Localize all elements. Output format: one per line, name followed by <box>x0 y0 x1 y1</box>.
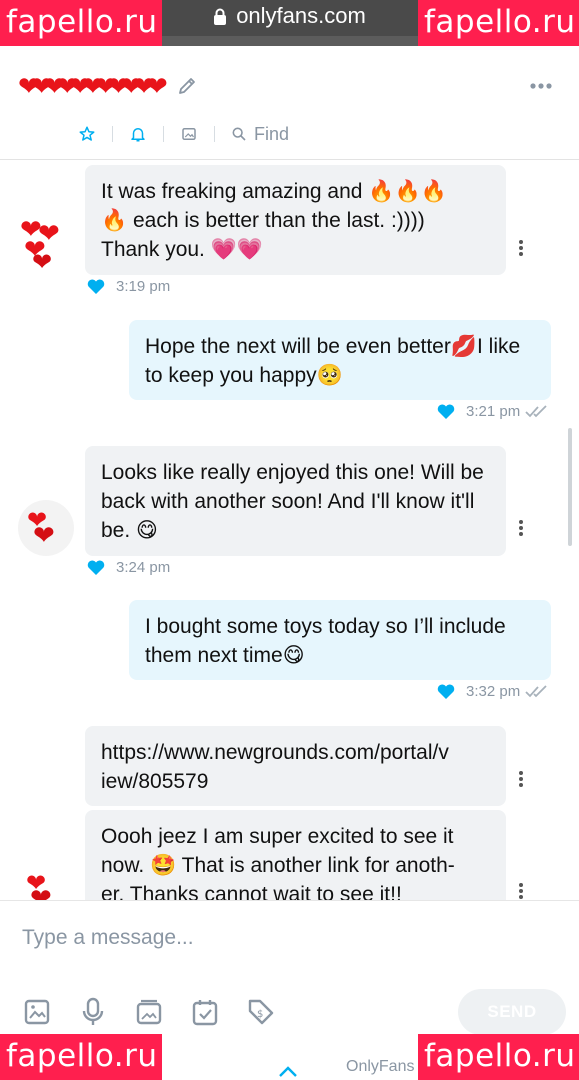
message-time: 3:21 pm <box>466 402 521 420</box>
like-heart-icon[interactable] <box>86 558 106 576</box>
message-options-icon[interactable] <box>518 239 524 257</box>
voice-message-button[interactable] <box>78 997 108 1027</box>
like-heart-icon[interactable] <box>436 682 456 700</box>
avatar[interactable]: ❤ ❤ <box>18 864 74 900</box>
schedule-button[interactable] <box>190 997 220 1027</box>
microphone-icon <box>82 997 104 1025</box>
double-check-icon <box>525 405 547 418</box>
message-link[interactable]: https://www.newgrounds.com/portal/v iew/… <box>101 738 490 796</box>
divider <box>214 126 215 142</box>
message-meta: 3:19 pm <box>86 277 170 295</box>
contact-name[interactable]: ❤❤❤❤❤❤❤❤❤❤❤ <box>18 66 197 106</box>
message-text: Looks like really enjoyed this one! Will… <box>101 461 484 542</box>
send-button[interactable]: SEND <box>458 989 566 1035</box>
media-vault-icon <box>136 999 162 1025</box>
message-options-icon[interactable] <box>518 770 524 788</box>
chat-header-tabs: Find <box>78 122 289 146</box>
message-time: 3:32 pm <box>466 682 521 700</box>
divider <box>112 126 113 142</box>
composer-toolbar: $ <box>22 997 302 1027</box>
message-bubble-outgoing[interactable]: Hope the next will be even better💋I like… <box>129 320 551 400</box>
message-bubble-incoming[interactable]: Oooh jeez I am super excited to see it n… <box>85 810 506 900</box>
message-time: 3:19 pm <box>116 277 171 295</box>
message-meta: 3:32 pm <box>436 682 550 700</box>
message-input[interactable] <box>22 923 552 953</box>
like-heart-icon[interactable] <box>86 277 106 295</box>
hearts-avatar-icon: ❤ ❤ ❤ ❤ <box>20 214 60 272</box>
like-heart-icon[interactable] <box>436 402 456 420</box>
tab-favorites[interactable] <box>78 122 96 146</box>
message-list[interactable]: ❤ ❤ ❤ ❤ It was freaking amazing and 🔥🔥🔥 … <box>0 160 579 900</box>
avatar[interactable]: ❤ ❤ <box>18 500 74 556</box>
price-tag-icon: $ <box>248 999 274 1025</box>
tab-notifications[interactable] <box>129 122 147 146</box>
media-vault-button[interactable] <box>134 997 164 1027</box>
image-icon <box>24 999 50 1025</box>
more-options-icon[interactable] <box>529 82 553 90</box>
attach-image-button[interactable] <box>22 997 52 1027</box>
watermark: fapello.ru <box>418 1034 579 1080</box>
message-options-icon[interactable] <box>518 882 524 900</box>
browser-url-text: onlyfans.com <box>236 3 366 28</box>
divider <box>163 126 164 142</box>
star-icon <box>79 126 95 141</box>
set-price-button[interactable]: $ <box>246 997 276 1027</box>
message-text: I bought some toys today so I’ll include… <box>145 615 506 667</box>
watermark: fapello.ru <box>0 1034 162 1080</box>
message-bubble-incoming[interactable]: https://www.newgrounds.com/portal/v iew/… <box>85 726 506 806</box>
find-label: Find <box>254 123 290 144</box>
hearts-avatar-icon: ❤ ❤ <box>26 870 52 900</box>
message-options-icon[interactable] <box>518 519 524 537</box>
bell-icon <box>131 128 145 142</box>
message-text: Hope the next will be even better💋I like… <box>145 335 521 387</box>
double-check-icon <box>525 685 547 698</box>
message-text: It was freaking amazing and 🔥🔥🔥 🔥 each i… <box>101 180 447 261</box>
footer-brand: OnlyFans <box>346 1058 415 1075</box>
message-bubble-incoming[interactable]: It was freaking amazing and 🔥🔥🔥 🔥 each i… <box>85 165 506 275</box>
message-bubble-outgoing[interactable]: I bought some toys today so I’ll include… <box>129 600 551 680</box>
watermark: fapello.ru <box>0 0 162 46</box>
chat-header: ❤❤❤❤❤❤❤❤❤❤❤ Find <box>0 52 579 160</box>
pencil-icon[interactable] <box>177 76 197 96</box>
message-bubble-incoming[interactable]: Looks like really enjoyed this one! Will… <box>85 446 506 556</box>
scroll-up-icon[interactable] <box>276 1062 300 1080</box>
watermark: fapello.ru <box>418 0 579 46</box>
tab-find[interactable]: Find <box>231 122 289 146</box>
svg-text:$: $ <box>257 1009 263 1020</box>
message-meta: 3:21 pm <box>436 402 550 420</box>
avatar[interactable]: ❤ ❤ ❤ ❤ <box>18 214 74 272</box>
scrollbar[interactable] <box>568 428 572 546</box>
search-icon <box>232 127 246 141</box>
svg-text:❤: ❤ <box>33 520 55 550</box>
message-text: Oooh jeez I am super excited to see it n… <box>101 825 455 900</box>
svg-text:❤: ❤ <box>32 249 52 272</box>
message-meta: 3:24 pm <box>86 558 170 576</box>
lock-icon <box>214 8 227 25</box>
svg-text:❤: ❤ <box>30 883 52 900</box>
hearts-avatar-icon: ❤ ❤ <box>27 507 55 550</box>
heart-decoration-icon: ❤❤❤❤❤❤❤❤❤❤❤ <box>18 71 168 101</box>
tab-media[interactable] <box>180 122 198 146</box>
message-time: 3:24 pm <box>116 558 171 576</box>
image-icon <box>182 128 196 140</box>
calendar-icon <box>192 1000 218 1026</box>
